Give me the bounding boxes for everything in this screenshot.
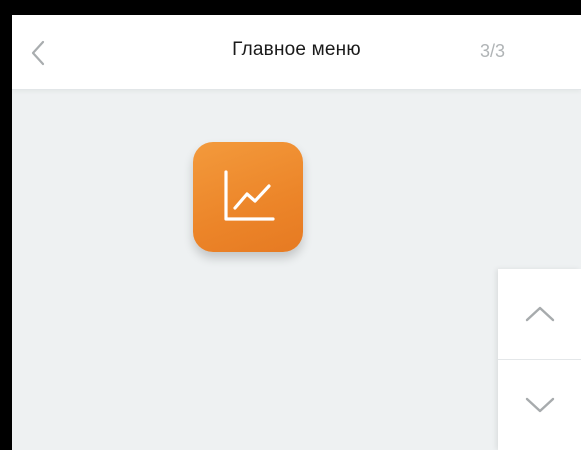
scroll-panel [498, 269, 581, 450]
header-bar: Главное меню 3/3 [12, 15, 581, 90]
main-menu-screen: Главное меню 3/3 [12, 15, 581, 450]
chevron-up-icon [525, 306, 554, 322]
page-indicator: 3/3 [480, 41, 506, 61]
scroll-down-button[interactable] [498, 360, 581, 450]
scroll-up-button[interactable] [498, 269, 581, 359]
line-chart-icon [224, 170, 275, 221]
app-tile-chart[interactable] [193, 142, 303, 252]
chevron-down-icon [525, 397, 554, 413]
